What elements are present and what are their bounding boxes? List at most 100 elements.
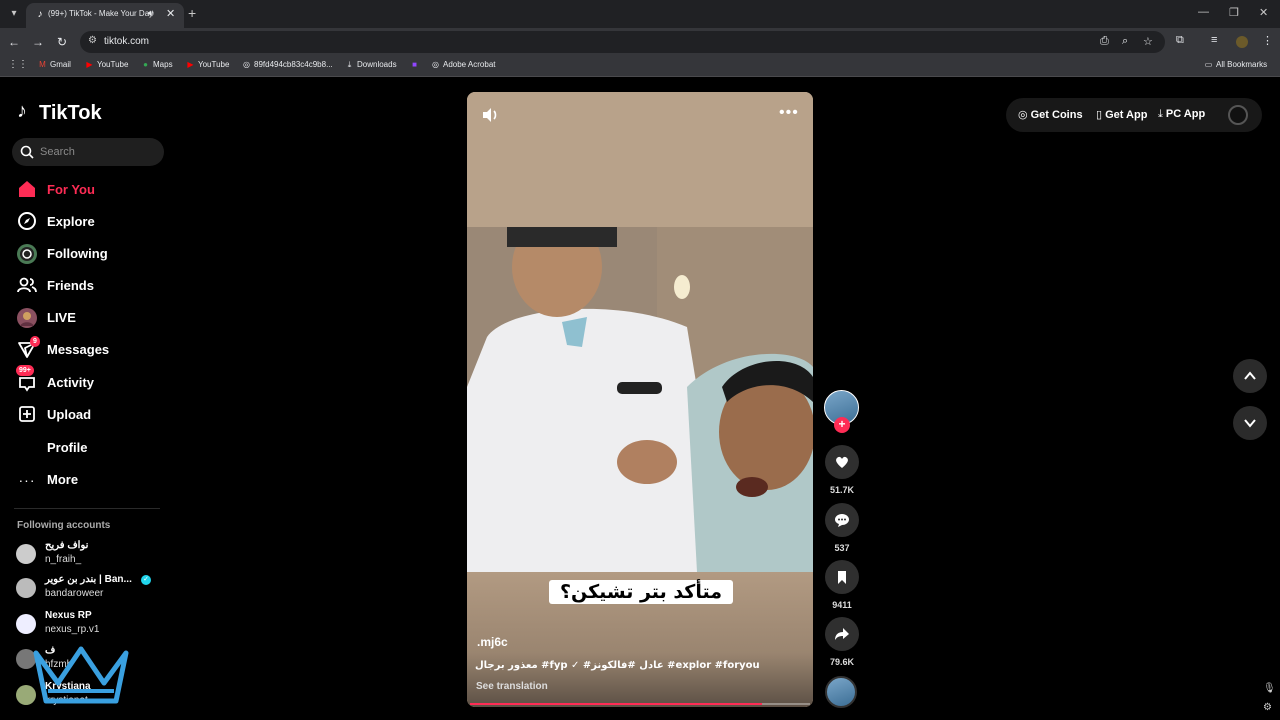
bookmark-hash[interactable]: ◎ 89fd494cb83c4c9b8... bbox=[242, 60, 333, 69]
profile-avatar-icon[interactable] bbox=[1236, 36, 1248, 48]
coin-icon: ◎ bbox=[1018, 109, 1028, 121]
media-control-icon[interactable]: ≡ bbox=[1211, 34, 1217, 46]
nav-label: Profile bbox=[47, 440, 88, 455]
save-button[interactable] bbox=[825, 560, 859, 594]
nav-label: Activity bbox=[47, 375, 94, 390]
tiktok-note-icon: ♪ bbox=[17, 100, 27, 122]
nav-live[interactable]: LIVE bbox=[12, 304, 162, 332]
reload-button[interactable]: ↻ bbox=[54, 34, 70, 50]
nav-label: Friends bbox=[47, 278, 94, 293]
chevron-up-icon bbox=[1244, 371, 1256, 380]
bookmark-label: Maps bbox=[153, 60, 173, 69]
zoom-icon[interactable]: ⌕ bbox=[1122, 35, 1128, 48]
globe-icon: ◎ bbox=[243, 60, 250, 69]
follow-button[interactable]: + bbox=[834, 417, 850, 433]
see-translation-link[interactable]: See translation bbox=[476, 681, 548, 692]
bookmark-gmail[interactable]: M Gmail bbox=[38, 60, 71, 69]
share-button[interactable] bbox=[825, 617, 859, 651]
nav-profile[interactable]: Profile bbox=[12, 434, 162, 462]
activity-badge: 99+ bbox=[16, 365, 34, 376]
account-handle: bandaroweer bbox=[45, 588, 104, 599]
like-action[interactable]: 51.7K bbox=[824, 445, 860, 495]
following-icon bbox=[16, 243, 38, 265]
messages-badge: 9 bbox=[30, 336, 40, 347]
comment-action[interactable]: 537 bbox=[824, 503, 860, 553]
share-icon bbox=[835, 628, 849, 640]
audio-playing-icon[interactable]: 🔊︎ bbox=[148, 8, 154, 19]
account-item[interactable]: Nexus RP nexus_rp.v1 bbox=[16, 609, 166, 639]
search-input[interactable] bbox=[40, 144, 156, 160]
nav-upload[interactable]: Upload bbox=[12, 401, 162, 429]
nav-messages[interactable]: 9 Messages bbox=[12, 336, 162, 364]
save-action[interactable]: 9411 bbox=[824, 560, 860, 610]
bookmark-icon bbox=[838, 571, 846, 584]
bookmark-adobe[interactable]: ◎ Adobe Acrobat bbox=[431, 60, 495, 69]
nav-more[interactable]: ··· More bbox=[12, 466, 162, 494]
bookmark-star-icon[interactable]: ☆ bbox=[1143, 35, 1153, 48]
pc-app-button[interactable]: ⤓ PC App bbox=[1158, 108, 1205, 121]
forward-button[interactable]: → bbox=[30, 34, 46, 50]
nav-label: LIVE bbox=[47, 310, 76, 325]
all-bookmarks[interactable]: ▭ All Bookmarks bbox=[1204, 60, 1267, 69]
video-frame bbox=[467, 217, 813, 572]
close-tab-icon[interactable]: ✕ bbox=[166, 7, 175, 20]
get-app-button[interactable]: ▯ Get App bbox=[1096, 108, 1147, 121]
get-coins-button[interactable]: ◎ Get Coins bbox=[1018, 108, 1083, 121]
nav-label: Following bbox=[47, 246, 108, 261]
bookmark-twitch[interactable]: ■ bbox=[410, 60, 422, 69]
previous-video-button[interactable] bbox=[1233, 359, 1267, 393]
nav-label: Upload bbox=[47, 407, 92, 422]
music-disc-avatar[interactable] bbox=[825, 676, 857, 708]
pc-app-label: PC App bbox=[1165, 108, 1206, 120]
bookmark-label: All Bookmarks bbox=[1216, 60, 1268, 69]
user-avatar[interactable] bbox=[1228, 105, 1248, 125]
folder-icon: ▭ bbox=[1204, 60, 1213, 69]
tiktok-page: ♪ TikTok For You Explore Following Frien… bbox=[0, 80, 1280, 720]
close-window-button[interactable]: ✕ bbox=[1259, 6, 1268, 19]
bookmark-downloads[interactable]: ⤓ Downloads bbox=[345, 60, 397, 70]
volume-icon[interactable] bbox=[481, 106, 499, 124]
crown-watermark-icon bbox=[33, 646, 129, 704]
get-coins-label: Get Coins bbox=[1030, 109, 1083, 121]
bookmark-maps[interactable]: ● Maps bbox=[141, 60, 173, 69]
comment-button[interactable] bbox=[825, 503, 859, 537]
back-button[interactable]: ← bbox=[6, 34, 22, 50]
nav-following[interactable]: Following bbox=[12, 240, 162, 268]
share-count: 79.6K bbox=[829, 657, 855, 667]
video-progress-bar[interactable] bbox=[470, 703, 810, 705]
settings-icon[interactable]: ⚙ bbox=[1263, 702, 1272, 713]
video-author[interactable]: .mj6c bbox=[477, 635, 508, 649]
video-description[interactable]: معذور برجال #fyp ✓ #عادل #فالكونز #explo… bbox=[475, 660, 760, 671]
video-caption: متأكد بتر تشيكن؟ bbox=[549, 580, 733, 604]
minimize-button[interactable]: — bbox=[1198, 6, 1209, 18]
nav-friends[interactable]: Friends bbox=[12, 272, 162, 300]
nav-for-you[interactable]: For You bbox=[12, 176, 162, 204]
install-app-icon[interactable]: ⎙ bbox=[1100, 35, 1109, 48]
next-video-button[interactable] bbox=[1233, 406, 1267, 440]
extensions-icon[interactable]: ⧉ bbox=[1176, 34, 1184, 47]
account-item[interactable]: نواف فريح n_fraih_ bbox=[16, 539, 166, 569]
nav-explore[interactable]: Explore bbox=[12, 208, 162, 236]
like-button[interactable] bbox=[825, 445, 859, 479]
nav-activity[interactable]: 99+ Activity bbox=[12, 365, 162, 397]
video-player[interactable]: ••• متأكد بتر تشيكن؟ .mj6c معذور برجال #… bbox=[467, 92, 813, 707]
account-item[interactable]: بندر بن عوير | Ban... ✓ bandaroweer bbox=[16, 573, 166, 603]
share-action[interactable]: 79.6K bbox=[824, 617, 860, 667]
apps-grid-icon[interactable]: ⋮⋮ bbox=[8, 59, 28, 70]
more-icon: ··· bbox=[18, 472, 36, 488]
url-text[interactable]: tiktok.com bbox=[104, 36, 149, 47]
browser-tab[interactable]: ♪ (99+) TikTok - Make Your Day 🔊︎ ✕ bbox=[26, 3, 184, 28]
search-box[interactable] bbox=[12, 138, 164, 166]
address-bar[interactable]: ⚙ tiktok.com ⎙ ⌕ ☆ bbox=[80, 31, 1165, 53]
bookmark-youtube-2[interactable]: ▶ YouTube bbox=[186, 60, 229, 69]
microphone-icon[interactable]: 🎙︎ bbox=[1263, 683, 1276, 694]
maximize-button[interactable]: ❐ bbox=[1229, 6, 1239, 19]
browser-menu-icon[interactable]: ⋮ bbox=[1262, 34, 1273, 47]
new-tab-button[interactable]: + bbox=[188, 5, 196, 21]
bookmark-label: 89fd494cb83c4c9b8... bbox=[254, 60, 333, 69]
bookmark-youtube[interactable]: ▶ YouTube bbox=[85, 60, 128, 69]
more-options-icon[interactable]: ••• bbox=[779, 104, 799, 122]
live-icon bbox=[16, 307, 38, 329]
site-info-icon[interactable]: ⚙ bbox=[88, 35, 97, 46]
tab-search-icon[interactable]: ▾ bbox=[6, 6, 22, 22]
